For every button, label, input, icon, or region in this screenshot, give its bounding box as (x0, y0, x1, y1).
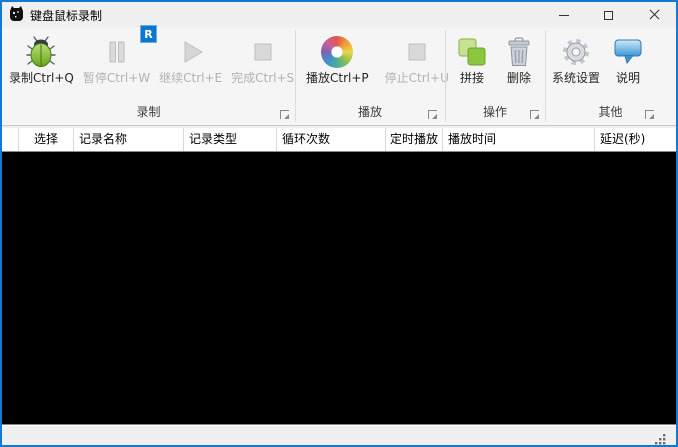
maximize-button[interactable] (586, 2, 631, 28)
system-settings-button-label: 系统设置 (552, 71, 601, 85)
keytip-badge: R (140, 25, 157, 43)
group-label-record: 录制 (136, 105, 161, 119)
finish-button-label: 完成Ctrl+S (231, 71, 295, 85)
play-icon (175, 36, 207, 68)
pause-button-label: 暂停Ctrl+W (82, 71, 151, 85)
dialog-launcher-icon[interactable] (645, 110, 654, 119)
ribbon-group-playback: 播放Ctrl+P 停止Ctrl+U 播放 (295, 28, 449, 125)
stop-icon (401, 36, 433, 68)
record-button[interactable]: 录制Ctrl+Q (6, 34, 77, 87)
help-button-label: 说明 (616, 71, 641, 85)
dialog-launcher-icon[interactable] (428, 110, 437, 119)
column-header-blank[interactable] (2, 128, 19, 151)
list-header: 选择 记录名称 记录类型 循环次数 定时播放 播放时间 延迟(秒) (2, 126, 676, 152)
ribbon-toolbar: 录制Ctrl+Q 暂停Ctrl+W 继续Ctrl+E 完成Ctrl+S 录制 播… (2, 28, 676, 126)
gear-icon (560, 36, 592, 68)
finish-button[interactable]: 完成Ctrl+S (228, 34, 297, 87)
merge-button-label: 拼接 (459, 71, 484, 85)
minimize-icon (558, 14, 569, 16)
column-header-record-type[interactable]: 记录类型 (184, 128, 277, 151)
trash-icon (503, 36, 535, 68)
group-label-playback: 播放 (357, 105, 382, 119)
dialog-launcher-icon[interactable] (530, 110, 539, 119)
dialog-launcher-icon[interactable] (280, 110, 289, 119)
speech-bubble-icon (612, 36, 644, 68)
statusbar (2, 426, 676, 445)
play-button-label: 播放Ctrl+P (306, 71, 369, 85)
window-controls (541, 2, 676, 28)
maximize-icon (604, 10, 613, 20)
close-button[interactable] (631, 2, 676, 28)
play-button[interactable]: 播放Ctrl+P (303, 34, 372, 87)
pause-icon (101, 36, 133, 68)
column-header-timed-play[interactable]: 定时播放 (386, 128, 443, 151)
record-list-body[interactable] (2, 152, 676, 425)
column-header-select[interactable]: 选择 (19, 128, 74, 151)
system-settings-button[interactable]: 系统设置 (549, 34, 603, 87)
ribbon-group-other: 系统设置 说明 其他 (545, 28, 676, 125)
minimize-button[interactable] (541, 2, 586, 28)
bug-record-icon (25, 36, 57, 68)
column-header-record-name[interactable]: 记录名称 (74, 128, 184, 151)
stop-button[interactable]: 停止Ctrl+U (382, 34, 452, 87)
column-header-delay-seconds[interactable]: 延迟(秒) (595, 128, 676, 151)
stop-icon (247, 36, 279, 68)
column-header-loop-count[interactable]: 循环次数 (277, 128, 386, 151)
stop-button-label: 停止Ctrl+U (384, 71, 449, 85)
merge-squares-icon (456, 36, 488, 68)
merge-button[interactable]: 拼接 (450, 34, 494, 87)
group-label-other: 其他 (598, 105, 623, 119)
resume-button[interactable]: 继续Ctrl+E (156, 34, 225, 87)
ribbon-group-operations: 拼接 删除 操作 (445, 28, 545, 125)
resume-button-label: 继续Ctrl+E (159, 71, 223, 85)
column-header-play-time[interactable]: 播放时间 (443, 128, 595, 151)
record-button-label: 录制Ctrl+Q (9, 71, 74, 85)
help-button[interactable]: 说明 (606, 34, 650, 87)
titlebar[interactable]: 键盘鼠标录制 (2, 2, 676, 28)
app-window: 键盘鼠标录制 录制Ctrl+Q 暂停Ctrl+W 继续Ctrl+E 完成Ctrl… (0, 0, 678, 447)
delete-button-label: 删除 (506, 71, 531, 85)
delete-button[interactable]: 删除 (497, 34, 541, 87)
app-bug-icon (8, 6, 25, 23)
close-icon (649, 10, 659, 20)
color-wheel-icon (321, 36, 354, 68)
resize-grip[interactable] (654, 430, 666, 445)
window-title: 键盘鼠标录制 (30, 9, 103, 23)
